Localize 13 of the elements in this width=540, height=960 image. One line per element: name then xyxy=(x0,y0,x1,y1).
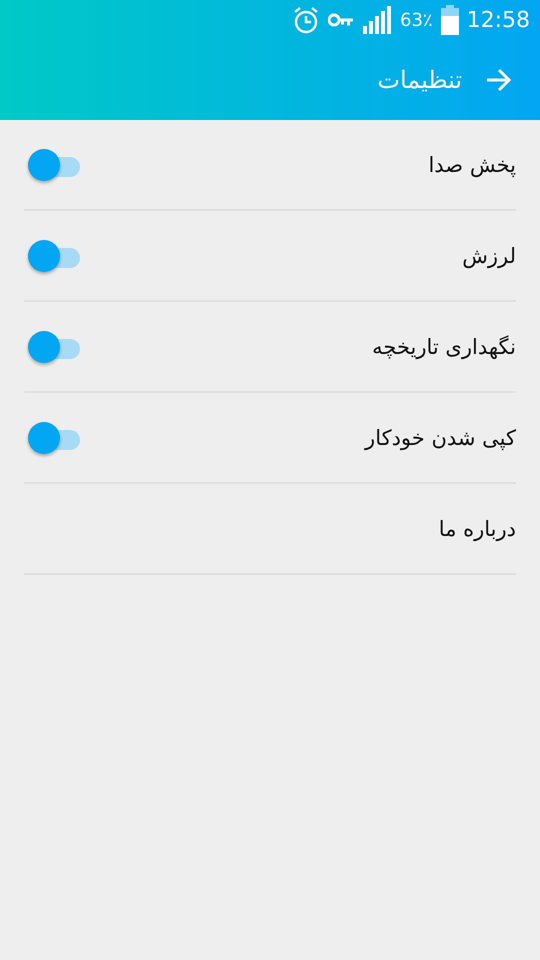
setting-label: پخش صدا xyxy=(428,152,516,176)
clock-time: 12:58 xyxy=(466,8,530,32)
setting-label: لرزش xyxy=(462,244,516,268)
screen-title: تنظیمات xyxy=(377,66,462,94)
battery-icon xyxy=(440,5,459,35)
signal-icon xyxy=(362,6,392,34)
setting-link[interactable]: درباره ما xyxy=(438,516,516,540)
back-button[interactable] xyxy=(484,66,512,94)
setting-label: کپی شدن خودکار xyxy=(365,426,516,450)
battery-percent: 63٪ xyxy=(400,10,433,30)
key-icon xyxy=(328,13,354,27)
alarm-clock-icon xyxy=(292,6,320,34)
setting-label: نگهداری تاریخچه xyxy=(372,334,516,358)
